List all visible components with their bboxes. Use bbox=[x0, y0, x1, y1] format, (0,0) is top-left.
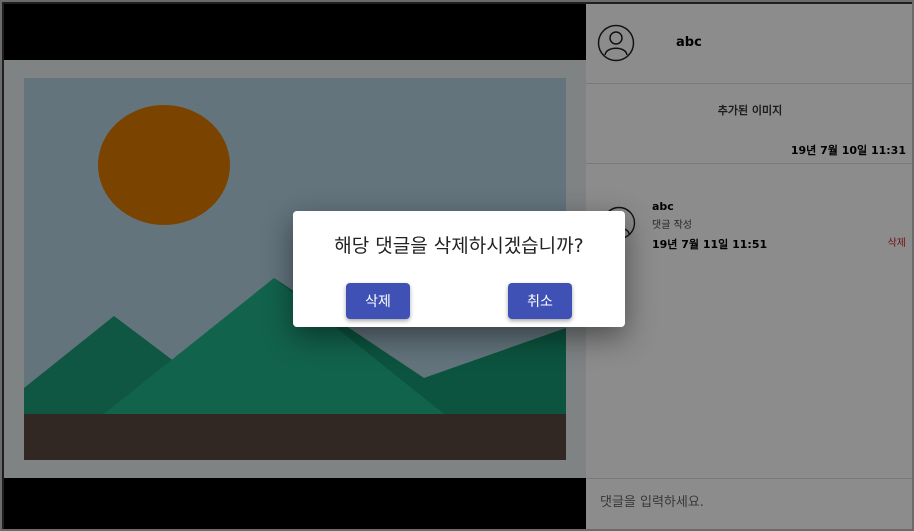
dialog-message: 해당 댓글을 삭제하시겠습니까? bbox=[334, 235, 584, 257]
app-frame: abc 추가된 이미지 19년 7월 10일 11:31 abc 댓글 작성 1… bbox=[0, 0, 914, 531]
cancel-button[interactable]: 취소 bbox=[508, 283, 572, 319]
confirm-delete-button[interactable]: 삭제 bbox=[346, 283, 410, 319]
delete-confirm-dialog: 해당 댓글을 삭제하시겠습니까? 삭제 취소 bbox=[293, 211, 625, 327]
